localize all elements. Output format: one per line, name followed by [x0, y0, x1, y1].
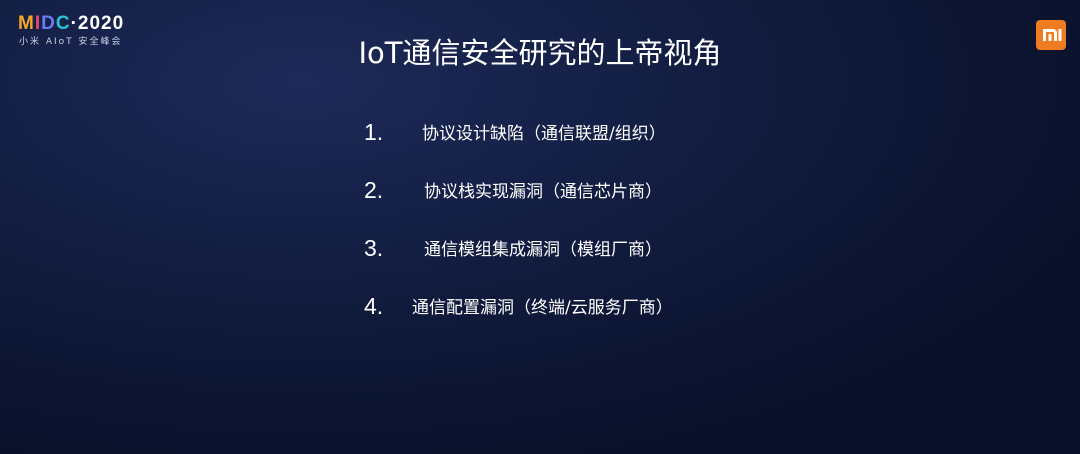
list-item-text: 通信配置漏洞（终端/云服务厂商） — [412, 298, 673, 318]
event-logo-mark-part: ·2020 — [70, 13, 125, 34]
event-logo-mark-part: M — [18, 13, 35, 34]
list-item-text: 协议设计缺陷（通信联盟/组织） — [422, 124, 666, 144]
list-item-number: 4. — [364, 293, 384, 319]
slide: MIDC·2020 小米 AIoT 安全峰会 IoT通信安全研究的上帝视角 1.… — [0, 0, 1080, 454]
event-logo-mark-part: C — [55, 13, 71, 34]
list-item-text: 协议栈实现漏洞（通信芯片商） — [424, 182, 662, 202]
list-item-number: 2. — [364, 177, 384, 203]
list-item-text: 通信模组集成漏洞（模组厂商） — [424, 240, 662, 260]
list-item-number: 1. — [364, 119, 384, 145]
event-logo-mark-part: D — [41, 13, 56, 34]
event-logo-mark: MIDC·2020 — [18, 14, 124, 34]
slide-title: IoT通信安全研究的上帝视角 — [358, 36, 722, 70]
list-item-number: 3. — [364, 235, 384, 261]
